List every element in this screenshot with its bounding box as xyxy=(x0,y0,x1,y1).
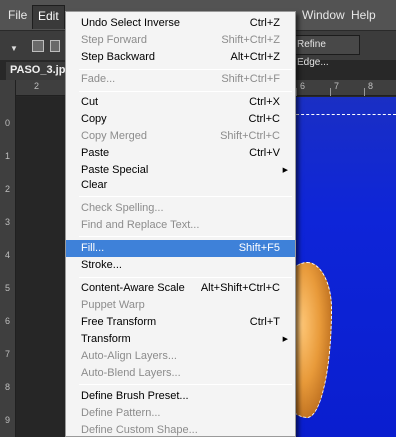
menu-item-shortcut: Shift+F5 xyxy=(238,242,280,254)
menu-item-label: Clear xyxy=(81,179,108,191)
menu-help[interactable]: Help xyxy=(351,8,376,22)
menu-item-label: Cut xyxy=(81,96,99,108)
menu-item-define-pattern[interactable]: Define Pattern... xyxy=(66,405,295,422)
menu-item-shortcut: Alt+Shift+Ctrl+C xyxy=(200,282,280,294)
ruler-top-label: 2 xyxy=(34,81,40,91)
menu-item-step-forward[interactable]: Step Forward Shift+Ctrl+Z xyxy=(66,32,295,49)
menu-item-step-backward[interactable]: Step Backward Alt+Ctrl+Z xyxy=(66,49,295,66)
menu-item-fill[interactable]: Fill... Shift+F5 xyxy=(66,240,295,257)
menu-item-label: Undo Select Inverse xyxy=(81,17,181,29)
menu-item-auto-blend-layers[interactable]: Auto-Blend Layers... xyxy=(66,365,295,382)
menu-item-label: Fade... xyxy=(81,73,116,85)
menu-window[interactable]: Window xyxy=(302,8,345,22)
menu-item-fade[interactable]: Fade... Shift+Ctrl+F xyxy=(66,71,295,88)
menu-item-copy[interactable]: Copy Ctrl+C xyxy=(66,111,295,128)
menu-item-label: Step Forward xyxy=(81,34,148,46)
ruler-left-label: 2 xyxy=(5,184,11,194)
menu-edit[interactable]: Edit xyxy=(32,5,65,29)
menu-item-label: Transform xyxy=(81,333,131,345)
ruler-left-label: 4 xyxy=(5,250,11,260)
selection-marquee xyxy=(296,114,396,115)
menu-item-label: Content-Aware Scale xyxy=(81,282,185,294)
menu-item-undo-select-inverse[interactable]: Undo Select Inverse Ctrl+Z xyxy=(66,15,295,32)
menu-item-free-transform[interactable]: Free Transform Ctrl+T xyxy=(66,314,295,331)
menu-item-label: Define Pattern... xyxy=(81,407,161,419)
add-to-selection-icon[interactable] xyxy=(50,40,60,52)
menu-separator xyxy=(79,91,292,92)
document-tab[interactable]: PASO_3.jpg xyxy=(6,62,72,80)
menu-item-puppet-warp[interactable]: Puppet Warp xyxy=(66,297,295,314)
menu-item-label: Define Brush Preset... xyxy=(81,390,189,402)
menu-item-label: Fill... xyxy=(81,242,105,254)
menu-item-label: Copy xyxy=(81,113,107,125)
menu-item-shortcut: Ctrl+C xyxy=(248,113,280,125)
menu-item-shortcut: Shift+Ctrl+Z xyxy=(221,34,280,46)
menu-item-label: Step Backward xyxy=(81,51,155,63)
ruler-tick xyxy=(364,88,365,96)
menu-item-content-aware-scale[interactable]: Content-Aware Scale Alt+Shift+Ctrl+C xyxy=(66,280,295,297)
menu-item-define-brush-preset[interactable]: Define Brush Preset... xyxy=(66,388,295,405)
menu-item-label: Free Transform xyxy=(81,316,157,328)
menu-item-clear[interactable]: Clear xyxy=(66,177,295,194)
ruler-tick xyxy=(296,88,297,96)
menu-item-shortcut: Shift+Ctrl+C xyxy=(220,130,280,142)
ruler-left-label: 8 xyxy=(5,382,11,392)
menu-item-stroke[interactable]: Stroke... xyxy=(66,257,295,274)
new-selection-icon[interactable] xyxy=(32,40,44,52)
menu-item-check-spelling[interactable]: Check Spelling... xyxy=(66,200,295,217)
menu-separator xyxy=(79,196,292,197)
menu-item-shortcut: Ctrl+V xyxy=(249,147,280,159)
ruler-left-label: 7 xyxy=(5,349,11,359)
ruler-top-label: 7 xyxy=(334,81,340,91)
menu-separator xyxy=(79,236,292,237)
menu-item-label: Auto-Align Layers... xyxy=(81,350,177,362)
menu-item-transform[interactable]: Transform ▶ xyxy=(66,331,295,348)
ruler-left-label: 5 xyxy=(5,283,11,293)
menu-separator xyxy=(79,277,292,278)
menu-item-cut[interactable]: Cut Ctrl+X xyxy=(66,94,295,111)
menu-item-shortcut: Shift+Ctrl+F xyxy=(221,73,280,85)
ruler-left-label: 1 xyxy=(5,151,11,161)
ruler-top-label: 6 xyxy=(300,81,306,91)
menu-item-label: Stroke... xyxy=(81,259,122,271)
ruler-tick xyxy=(330,88,331,96)
ruler-top-label: 8 xyxy=(368,81,374,91)
menu-item-label: Paste xyxy=(81,147,110,159)
menu-item-define-custom-shape[interactable]: Define Custom Shape... xyxy=(66,422,295,437)
ruler-left-label: 3 xyxy=(5,217,11,227)
menu-item-label: Find and Replace Text... xyxy=(81,219,200,231)
menu-item-label: Puppet Warp xyxy=(81,299,145,311)
menu-item-auto-align-layers[interactable]: Auto-Align Layers... xyxy=(66,348,295,365)
menu-item-label: Auto-Blend Layers... xyxy=(81,367,181,379)
menu-file[interactable]: File xyxy=(8,8,27,22)
submenu-arrow-icon: ▶ xyxy=(282,336,288,343)
menu-item-shortcut: Ctrl+T xyxy=(249,316,280,328)
menu-separator xyxy=(79,69,292,70)
refine-edge-button[interactable]: Refine Edge... xyxy=(292,35,360,68)
ruler-left-label: 0 xyxy=(5,118,11,128)
menu-separator xyxy=(79,384,292,385)
menu-item-label: Check Spelling... xyxy=(81,202,164,214)
menu-item-shortcut: Ctrl+Z xyxy=(249,17,280,29)
menu-item-shortcut: Alt+Ctrl+Z xyxy=(230,51,280,63)
ruler-left: 0 1 2 3 4 5 6 7 8 9 xyxy=(0,80,16,437)
tool-preset-dropdown-icon[interactable]: ▼ xyxy=(10,44,18,53)
menu-item-label: Copy Merged xyxy=(81,130,148,142)
ruler-left-label: 6 xyxy=(5,316,11,326)
menu-item-paste[interactable]: Paste Ctrl+V xyxy=(66,145,295,162)
ruler-left-label: 9 xyxy=(5,415,11,425)
menu-item-label: Define Custom Shape... xyxy=(81,424,198,436)
edit-menu: Undo Select Inverse Ctrl+Z Step Forward … xyxy=(65,11,296,437)
menu-item-shortcut: Ctrl+X xyxy=(249,96,280,108)
menu-item-copy-merged[interactable]: Copy Merged Shift+Ctrl+C xyxy=(66,128,295,145)
menu-item-find-replace-text[interactable]: Find and Replace Text... xyxy=(66,217,295,234)
